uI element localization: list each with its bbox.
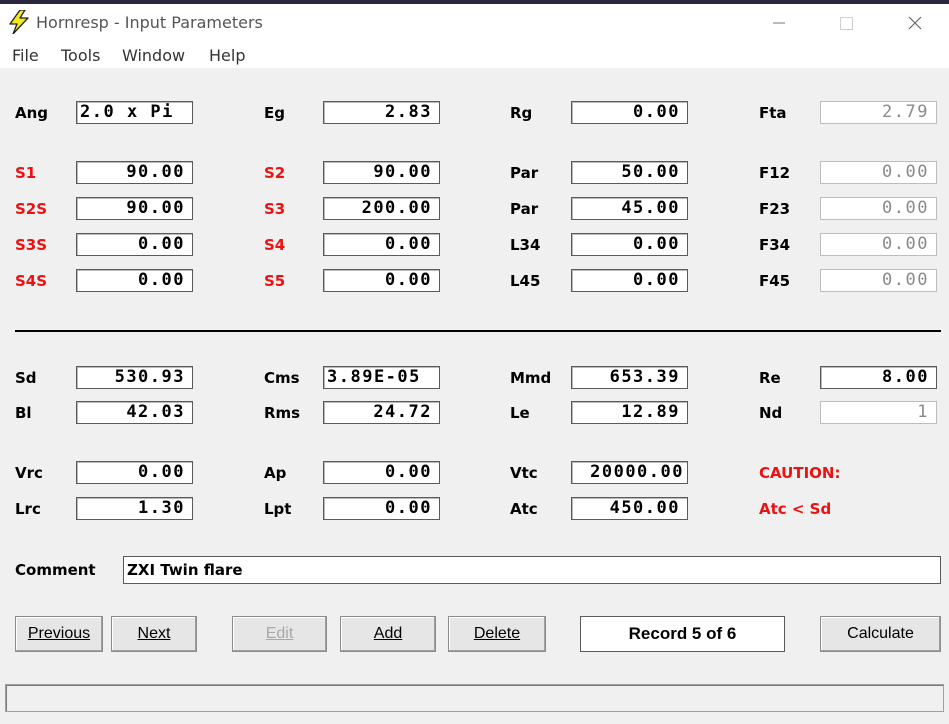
title-bar[interactable]: Hornresp - Input Parameters [0, 4, 949, 42]
vtc-field[interactable]: 20000.00 [571, 461, 688, 484]
window-title: Hornresp - Input Parameters [36, 13, 263, 32]
le-field[interactable]: 12.89 [571, 401, 688, 424]
status-bar [5, 684, 944, 712]
menu-help[interactable]: Help [209, 46, 245, 65]
cms-label: Cms [264, 369, 300, 387]
lightning-icon [9, 10, 29, 34]
caution-title: CAUTION: [759, 464, 841, 482]
s2s-label: S2S [15, 200, 48, 218]
comment-label: Comment [15, 561, 96, 579]
s3s-field[interactable]: 0.00 [76, 233, 193, 256]
le-label: Le [510, 404, 530, 422]
menu-tools[interactable]: Tools [61, 46, 100, 65]
sd-label: Sd [15, 369, 37, 387]
rg-field[interactable]: 0.00 [571, 101, 688, 124]
re-label: Re [759, 369, 781, 387]
s1-field[interactable]: 90.00 [76, 161, 193, 184]
eg-field[interactable]: 2.83 [323, 101, 440, 124]
s5-field[interactable]: 0.00 [323, 269, 440, 292]
l34-label: L34 [510, 236, 541, 254]
maximize-icon [840, 17, 853, 30]
mmd-label: Mmd [510, 369, 552, 387]
nd-field[interactable]: 1 [820, 401, 937, 424]
par1-field[interactable]: 50.00 [571, 161, 688, 184]
atc-label: Atc [510, 500, 538, 518]
s2s-field[interactable]: 90.00 [76, 197, 193, 220]
s4-field[interactable]: 0.00 [323, 233, 440, 256]
lpt-field[interactable]: 0.00 [323, 497, 440, 520]
par2-label: Par [510, 200, 539, 218]
maximize-button[interactable] [823, 8, 869, 38]
s2-label: S2 [264, 164, 286, 182]
delete-button[interactable]: Delete [448, 616, 546, 652]
f12-field: 0.00 [820, 161, 937, 184]
add-button[interactable]: Add [340, 616, 436, 652]
ap-field[interactable]: 0.00 [323, 461, 440, 484]
s4-label: S4 [264, 236, 286, 254]
vrc-label: Vrc [15, 464, 43, 482]
eg-label: Eg [264, 104, 285, 122]
s4s-field[interactable]: 0.00 [76, 269, 193, 292]
next-button[interactable]: Next [111, 616, 197, 652]
sd-field[interactable]: 530.93 [76, 366, 193, 389]
menu-window[interactable]: Window [122, 46, 185, 65]
calculate-button[interactable]: Calculate [820, 616, 941, 652]
s3s-label: S3S [15, 236, 48, 254]
l45-field[interactable]: 0.00 [571, 269, 688, 292]
cms-field[interactable]: 3.89E-05 [323, 366, 440, 389]
f23-label: F23 [759, 200, 791, 218]
edit-button[interactable]: Edit [232, 616, 327, 652]
section-divider [15, 330, 941, 332]
s4s-label: S4S [15, 272, 48, 290]
ap-label: Ap [264, 464, 287, 482]
close-icon [908, 16, 922, 30]
record-indicator: Record 5 of 6 [580, 616, 785, 652]
ang-field[interactable]: 2.0 x Pi [76, 101, 193, 124]
previous-button[interactable]: Previous [15, 616, 103, 652]
rms-field[interactable]: 24.72 [323, 401, 440, 424]
input-parameters-form: Ang 2.0 x Pi Eg 2.83 Rg 0.00 Fta 2.79 S1… [0, 68, 949, 724]
re-field[interactable]: 8.00 [820, 366, 937, 389]
l34-field[interactable]: 0.00 [571, 233, 688, 256]
f34-field: 0.00 [820, 233, 937, 256]
fta-label: Fta [759, 104, 787, 122]
f12-label: F12 [759, 164, 791, 182]
menu-file[interactable]: File [12, 46, 39, 65]
bl-label: Bl [15, 404, 32, 422]
s3-label: S3 [264, 200, 286, 218]
fta-field: 2.79 [820, 101, 937, 124]
f45-field: 0.00 [820, 269, 937, 292]
f23-field: 0.00 [820, 197, 937, 220]
caution-message: Atc < Sd [759, 500, 832, 518]
s5-label: S5 [264, 272, 286, 290]
minimize-button[interactable] [756, 8, 802, 38]
par2-field[interactable]: 45.00 [571, 197, 688, 220]
rg-label: Rg [510, 104, 533, 122]
close-button[interactable] [892, 8, 938, 38]
vrc-field[interactable]: 0.00 [76, 461, 193, 484]
l45-label: L45 [510, 272, 541, 290]
menu-bar: File Tools Window Help [0, 42, 949, 68]
s2-field[interactable]: 90.00 [323, 161, 440, 184]
ang-label: Ang [15, 104, 49, 122]
atc-field[interactable]: 450.00 [571, 497, 688, 520]
lrc-field[interactable]: 1.30 [76, 497, 193, 520]
f45-label: F45 [759, 272, 791, 290]
bl-field[interactable]: 42.03 [76, 401, 193, 424]
f34-label: F34 [759, 236, 791, 254]
par1-label: Par [510, 164, 539, 182]
rms-label: Rms [264, 404, 301, 422]
minimize-icon [773, 22, 785, 24]
mmd-field[interactable]: 653.39 [571, 366, 688, 389]
lpt-label: Lpt [264, 500, 292, 518]
s3-field[interactable]: 200.00 [323, 197, 440, 220]
vtc-label: Vtc [510, 464, 538, 482]
lrc-label: Lrc [15, 500, 41, 518]
s1-label: S1 [15, 164, 37, 182]
comment-field[interactable]: ZXI Twin flare [123, 556, 941, 584]
nd-label: Nd [759, 404, 783, 422]
